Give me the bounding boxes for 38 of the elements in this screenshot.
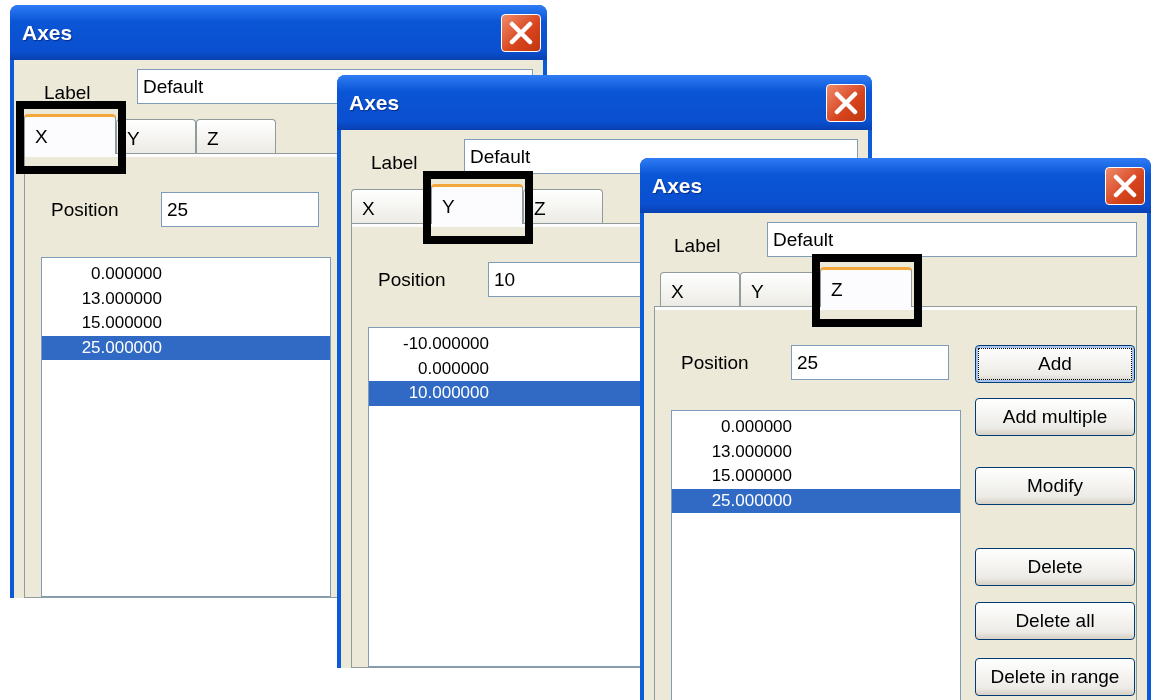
axis-tab[interactable]: Z xyxy=(196,119,276,153)
label-text: Label xyxy=(370,150,419,174)
action-button[interactable]: Delete in range xyxy=(975,658,1135,696)
list-item[interactable]: 25.000000 xyxy=(42,335,330,360)
axis-tab[interactable]: Y xyxy=(116,119,196,153)
list-item[interactable]: 25.000000 xyxy=(672,488,960,513)
close-button[interactable] xyxy=(501,13,541,52)
action-button[interactable]: Add xyxy=(975,345,1135,383)
action-button[interactable]: Delete all xyxy=(975,602,1135,640)
close-icon xyxy=(1113,173,1137,198)
action-button[interactable]: Modify xyxy=(975,467,1135,505)
position-label: Position xyxy=(50,198,120,221)
close-button[interactable] xyxy=(1105,166,1145,205)
close-button[interactable] xyxy=(826,83,866,122)
list-item[interactable]: 0.000000 xyxy=(42,262,330,287)
list-item[interactable]: 13.000000 xyxy=(672,439,960,464)
axis-tab[interactable]: Z xyxy=(523,189,603,223)
label-input-field[interactable]: Default xyxy=(767,222,1137,257)
position-label: Position xyxy=(377,268,447,291)
window-title: Axes xyxy=(652,173,703,198)
position-label: Position xyxy=(680,351,750,374)
list-item[interactable]: 15.000000 xyxy=(672,464,960,489)
action-button[interactable]: Delete xyxy=(975,548,1135,586)
action-button[interactable]: Add multiple xyxy=(975,398,1135,436)
axis-tab[interactable]: Y xyxy=(431,184,523,224)
close-icon xyxy=(509,20,533,45)
axis-tab[interactable]: X xyxy=(660,272,740,306)
label-text: Label xyxy=(43,80,92,104)
axis-tab[interactable]: Z xyxy=(820,267,912,307)
close-icon xyxy=(834,90,858,115)
axis-tab[interactable]: X xyxy=(24,114,116,154)
list-item[interactable]: 0.000000 xyxy=(672,415,960,440)
position-input-field[interactable]: 25 xyxy=(161,192,319,227)
list-item[interactable]: 13.000000 xyxy=(42,286,330,311)
window-title: Axes xyxy=(22,20,73,45)
label-text: Label xyxy=(673,233,722,257)
position-input-field[interactable]: 25 xyxy=(791,345,949,380)
list-item[interactable]: 15.000000 xyxy=(42,311,330,336)
